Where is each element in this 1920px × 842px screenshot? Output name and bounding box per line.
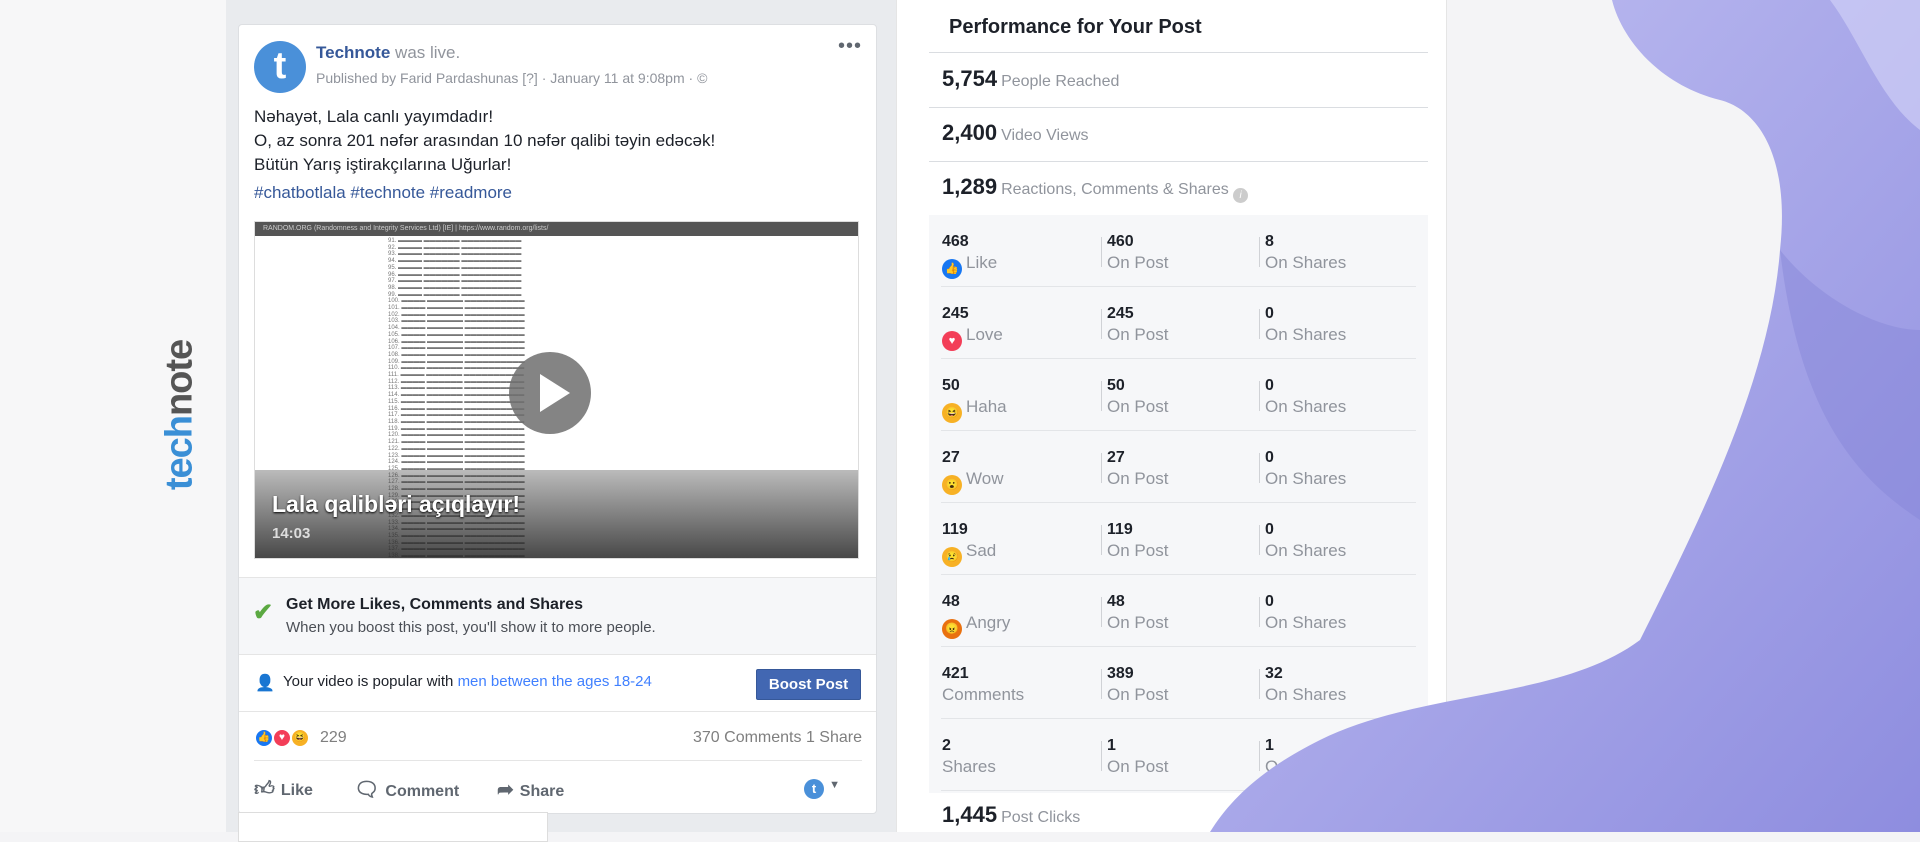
love-reaction-icon[interactable]: ♥ [272, 728, 292, 748]
decorative-face-illustration [1210, 0, 1920, 832]
face-silhouette [1210, 0, 1920, 832]
like-reaction-icon[interactable]: 👍 [254, 728, 274, 748]
haha-reaction-icon[interactable]: 😆 [290, 728, 310, 748]
